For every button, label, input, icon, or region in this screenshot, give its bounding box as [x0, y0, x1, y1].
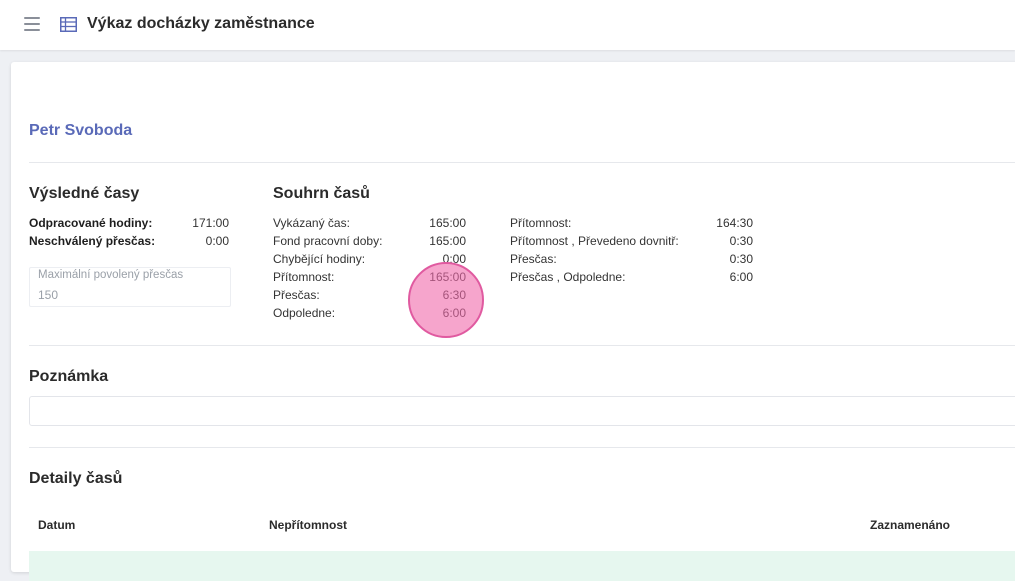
summary-left-label: Vykázaný čas: [273, 216, 350, 230]
summary-right-value: 0:30 [729, 234, 753, 248]
unapproved-overtime-label: Neschválený přesčas: [29, 234, 156, 248]
worked-hours-value: 171:00 [192, 216, 229, 230]
summary-left-value: 165:00 [429, 234, 466, 248]
results-heading: Výsledné časy [29, 185, 140, 202]
details-heading: Detaily časů [29, 470, 123, 487]
column-header-absence[interactable]: Nepřítomnost [269, 518, 347, 532]
divider [29, 345, 1015, 346]
hamburger-menu-icon[interactable] [24, 17, 40, 31]
divider [29, 162, 1015, 163]
table-row[interactable] [29, 551, 1015, 581]
summary-left-value: 165:00 [429, 270, 466, 284]
summary-left-value: 6:00 [442, 306, 466, 320]
page-title: Výkaz docházky zaměstnance [87, 15, 315, 32]
summary-right-value: 0:30 [729, 252, 753, 266]
divider [29, 447, 1015, 448]
max-overtime-field[interactable]: Maximální povolený přesčas [29, 267, 231, 307]
report-card: Petr Svoboda Výsledné časy Odpracované h… [11, 62, 1015, 581]
summary-right-label: Přítomnost , Převedeno dovnitř: [510, 234, 679, 248]
summary-left-value: 6:30 [442, 288, 466, 302]
note-heading: Poznámka [29, 368, 109, 385]
summary-left-value: 165:00 [429, 216, 466, 230]
summary-left-label: Přítomnost: [273, 270, 335, 284]
max-overtime-input[interactable] [38, 288, 218, 302]
summary-left-value: 0:00 [442, 252, 466, 266]
column-header-recorded[interactable]: Zaznamenáno [870, 518, 950, 532]
summary-left-label: Chybějící hodiny: [273, 252, 366, 266]
worked-hours-label: Odpracované hodiny: [29, 216, 153, 230]
summary-left-label: Přesčas: [273, 288, 320, 302]
summary-right-label: Přítomnost: [510, 216, 572, 230]
summary-right-label: Přesčas: [510, 252, 557, 266]
summary-right-value: 6:00 [729, 270, 753, 284]
table-icon [60, 17, 77, 32]
top-app-bar: Výkaz docházky zaměstnance [0, 0, 1015, 50]
summary-right-label: Přesčas , Odpoledne: [510, 270, 626, 284]
max-overtime-label: Maximální povolený přesčas [38, 269, 184, 281]
note-input[interactable] [29, 396, 1015, 426]
employee-name[interactable]: Petr Svoboda [29, 122, 132, 140]
column-header-date[interactable]: Datum [38, 518, 75, 532]
summary-left-label: Fond pracovní doby: [273, 234, 383, 248]
unapproved-overtime-value: 0:00 [205, 234, 229, 248]
summary-left-label: Odpoledne: [273, 306, 336, 320]
summary-heading: Souhrn časů [273, 185, 370, 202]
summary-right-value: 164:30 [716, 216, 753, 230]
